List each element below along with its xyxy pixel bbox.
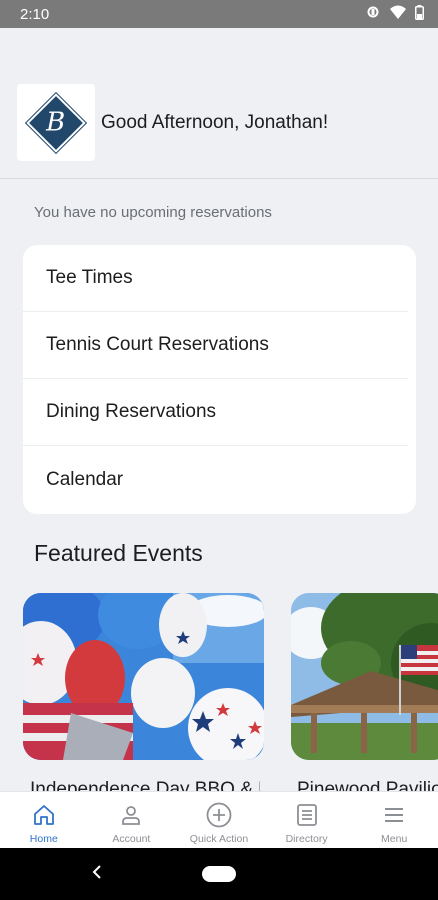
nav-menu-label: Menu <box>381 833 408 845</box>
wifi-icon <box>390 5 406 23</box>
event-card-balloons[interactable] <box>23 593 264 760</box>
balloons-photo <box>23 593 264 760</box>
directory-icon <box>296 801 318 829</box>
menu-item-tee-times[interactable]: Tee Times <box>23 245 408 312</box>
pavilion-flag-photo <box>291 593 438 760</box>
nav-menu[interactable]: Menu <box>350 792 438 848</box>
status-bar: 2:10 <box>0 0 438 28</box>
event-title-1[interactable]: Independence Day BBQ & Fireworks <box>30 778 260 792</box>
vibrate-icon <box>365 5 381 23</box>
home-header: B Good Afternoon, Jonathan! <box>0 28 438 179</box>
quick-links-card: Tee Times Tennis Court Reservations Dini… <box>23 245 416 514</box>
event-title-2[interactable]: Pinewood Pavilion Picnic <box>297 778 438 792</box>
home-icon <box>32 801 56 829</box>
nav-quick-action-label: Quick Action <box>189 833 249 845</box>
club-logo: B <box>17 84 95 161</box>
status-time: 2:10 <box>20 5 50 23</box>
back-chevron-icon[interactable] <box>90 863 104 885</box>
featured-events-title: Featured Events <box>34 540 203 566</box>
plus-circle-icon <box>206 801 232 829</box>
nav-account[interactable]: Account <box>88 792 176 848</box>
nav-directory-label: Directory <box>285 833 328 845</box>
event-card-pavilion[interactable] <box>291 593 438 760</box>
logo-letter: B <box>46 107 66 138</box>
bottom-nav: Home Account Quick Action Directory Menu <box>0 791 438 848</box>
battery-icon <box>415 4 424 24</box>
nav-account-label: Account <box>112 833 151 845</box>
nav-home-label: Home <box>29 833 58 845</box>
no-reservations-text: You have no upcoming reservations <box>34 204 272 221</box>
greeting-text: Good Afternoon, Jonathan! <box>101 112 329 133</box>
menu-item-dining-reservations[interactable]: Dining Reservations <box>23 379 408 446</box>
nav-quick-action[interactable]: Quick Action <box>175 792 263 848</box>
account-icon <box>120 801 142 829</box>
nav-directory[interactable]: Directory <box>263 792 351 848</box>
menu-item-calendar[interactable]: Calendar <box>23 446 408 513</box>
home-pill[interactable] <box>202 866 236 882</box>
hamburger-icon <box>383 801 405 829</box>
menu-item-tennis-court-reservations[interactable]: Tennis Court Reservations <box>23 312 408 379</box>
nav-home[interactable]: Home <box>0 792 88 848</box>
status-icons <box>365 4 424 24</box>
system-nav-bar <box>0 848 438 900</box>
logo-diamond: B <box>24 91 88 154</box>
